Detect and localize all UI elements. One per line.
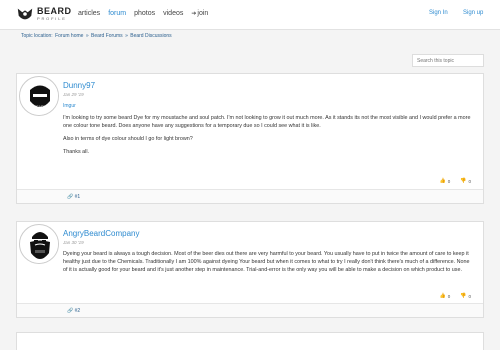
bearded-man-avatar-icon [21, 226, 58, 263]
main-nav: articles forum photos videos ➔join [78, 10, 216, 17]
post-number: #2 [74, 308, 81, 314]
nav-photos[interactable]: photos [134, 10, 155, 17]
post-number-link[interactable]: 🔗 #2 [67, 308, 80, 314]
breadcrumb: Topic location: Forum home » Beard Forum… [21, 33, 173, 39]
post-paragraph: Dyeing your beard is always a tough deci… [63, 251, 470, 274]
search-topic-input[interactable] [412, 54, 484, 67]
brand-name: BEARD [37, 6, 72, 16]
breadcrumb-item-forum-home[interactable]: Forum home [55, 33, 83, 39]
post-author[interactable]: Dunny97 [63, 81, 475, 90]
nav-forum[interactable]: forum [108, 10, 126, 17]
breadcrumb-item-beard-forums[interactable]: Beard Forums [91, 33, 123, 39]
nav-videos[interactable]: videos [163, 10, 183, 17]
forum-post [16, 332, 484, 350]
forum-post: BEARD Dunny97 Jan 29 '19 Imgur I'm looki… [16, 73, 484, 204]
breadcrumb-separator: » [85, 33, 89, 39]
post-author[interactable]: AngryBeardCompany [63, 229, 475, 238]
sign-in-link[interactable]: Sign In [429, 10, 448, 16]
link-icon: 🔗 [67, 308, 74, 314]
thumbs-up-icon[interactable]: 👍 [440, 293, 446, 299]
svg-text:BEARD: BEARD [34, 105, 47, 109]
avatar[interactable]: BEARD [19, 76, 59, 116]
sign-up-link[interactable]: Sign up [463, 10, 483, 16]
brand-tagline: PROFILE [37, 16, 67, 21]
top-navigation-bar: BEARD PROFILE articles forum photos vide… [0, 0, 500, 30]
thumbs-up-icon[interactable]: 👍 [440, 178, 446, 184]
sign-in-icon: ➔ [191, 11, 197, 17]
site-logo[interactable]: BEARD PROFILE [16, 5, 72, 23]
post-number: #1 [74, 194, 81, 200]
post-paragraph: Thanks all. [63, 148, 90, 155]
post-content: Dunny97 Jan 29 '19 Imgur I'm looking to … [63, 81, 475, 156]
vote-controls: 👍 0 👎 0 [440, 293, 472, 299]
nav-articles[interactable]: articles [78, 10, 100, 17]
post-paragraph: I'm looking to try some beard Dye for my… [63, 115, 471, 130]
upvote-count: 0 [447, 293, 451, 299]
upvote-count: 0 [447, 178, 451, 184]
post-footer: 🔗 #1 [17, 189, 483, 203]
post-number-link[interactable]: 🔗 #1 [67, 194, 80, 200]
breadcrumb-item-beard-discussions[interactable]: Beard Discussions [130, 33, 171, 39]
downvote-count: 0 [468, 293, 471, 299]
nav-join-label: join [197, 10, 209, 17]
downvote-count: 0 [468, 178, 471, 184]
post-content: AngryBeardCompany Jan 30 '19 Dyeing your… [63, 229, 475, 275]
breadcrumb-prefix: Topic location: [21, 33, 53, 39]
thumbs-down-icon[interactable]: 👎 [460, 178, 466, 184]
beard-logo-icon [17, 8, 33, 20]
post-link[interactable]: Imgur [63, 103, 475, 109]
nav-join[interactable]: ➔join [191, 10, 208, 17]
post-date: Jan 30 '19 [63, 240, 84, 245]
thumbs-down-icon[interactable]: 👎 [460, 293, 466, 299]
link-icon: 🔗 [67, 194, 74, 200]
beard-profile-avatar-icon: BEARD [21, 78, 58, 115]
post-paragraph: Also in terms of dye colour should I go … [63, 136, 193, 143]
post-footer: 🔗 #2 [17, 303, 483, 317]
avatar[interactable] [19, 224, 59, 264]
breadcrumb-separator: » [125, 33, 128, 39]
forum-post: AngryBeardCompany Jan 30 '19 Dyeing your… [16, 221, 484, 318]
vote-controls: 👍 0 👎 0 [440, 178, 472, 184]
post-date: Jan 29 '19 [63, 92, 84, 97]
